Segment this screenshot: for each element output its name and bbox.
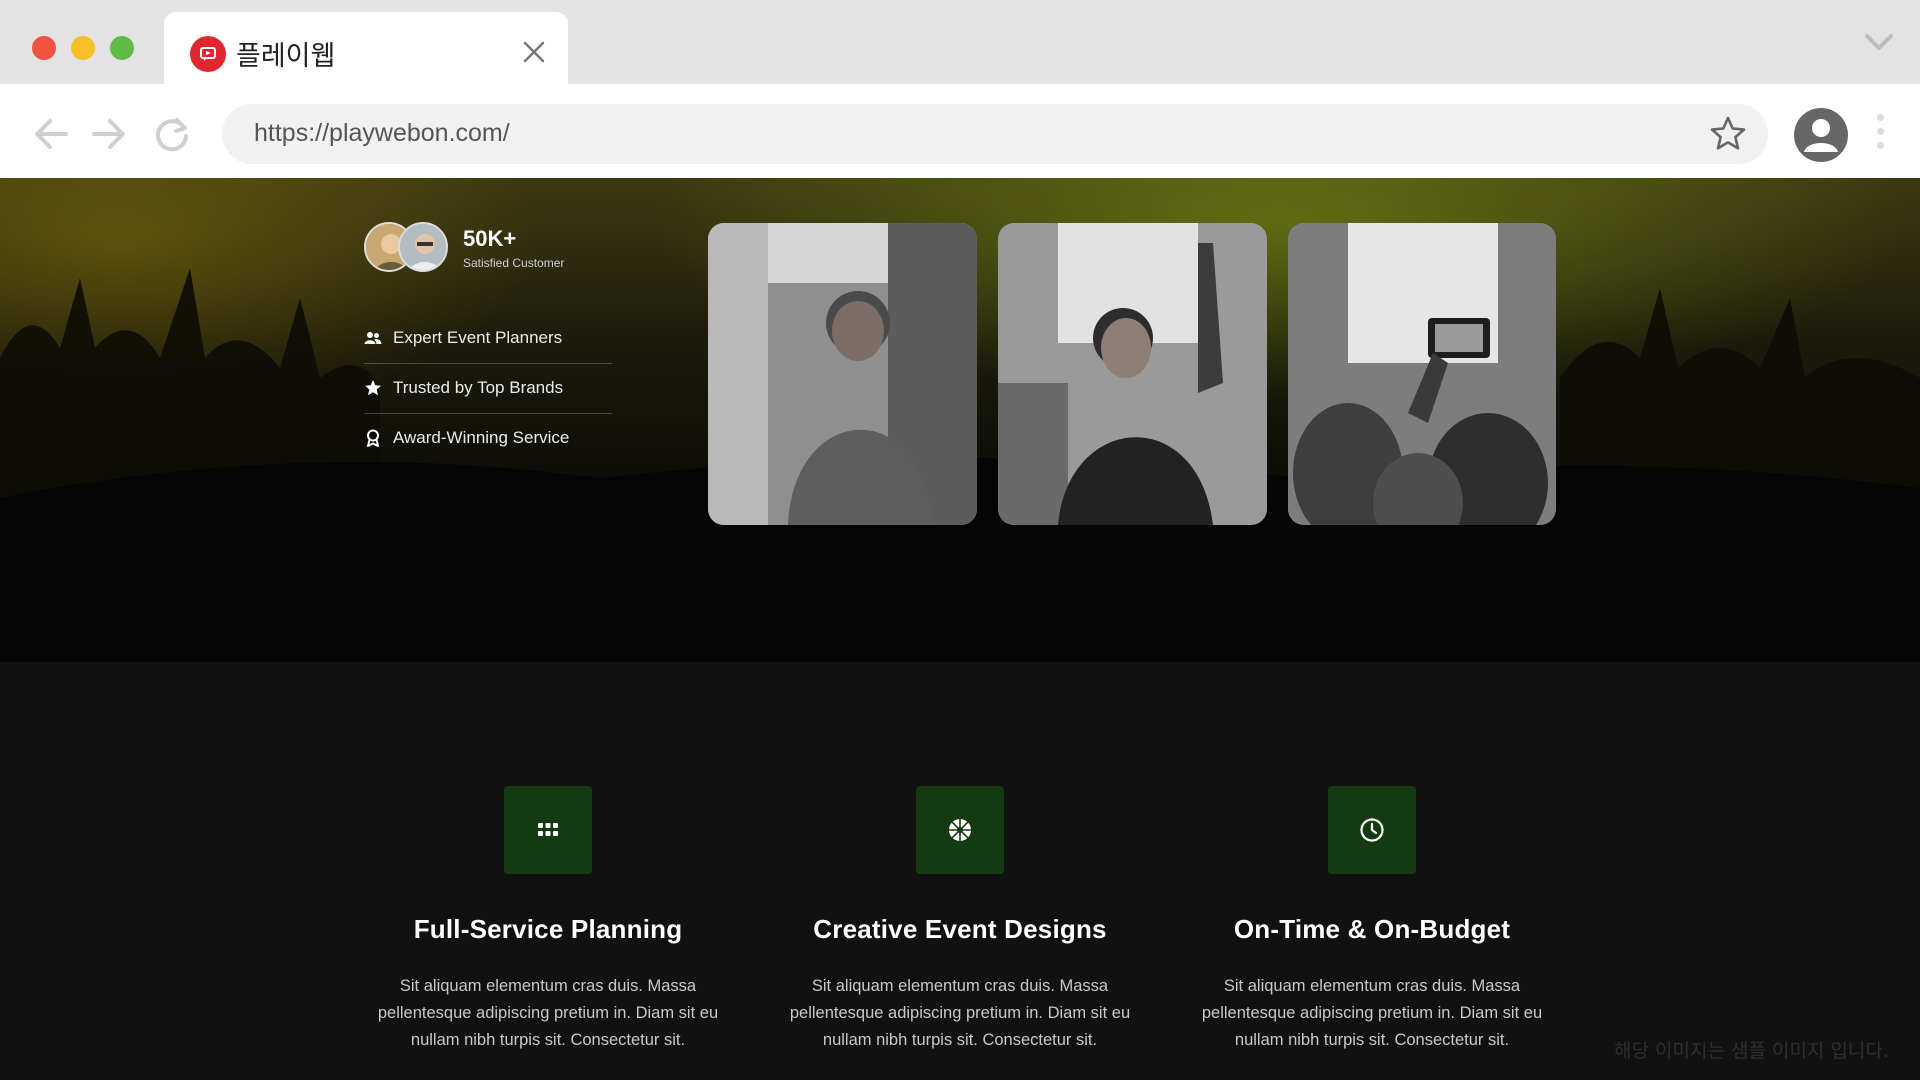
forward-arrow-icon[interactable]	[86, 112, 130, 156]
service-card: Full-Service Planning Sit aliquam elemen…	[358, 786, 738, 1054]
feature-item: Expert Event Planners	[364, 314, 612, 364]
customer-count: 50K+	[463, 226, 517, 251]
window-maximize-button[interactable]	[110, 36, 134, 60]
aperture-icon	[916, 786, 1004, 874]
event-photo	[708, 223, 977, 525]
more-vertical-icon[interactable]	[1874, 114, 1886, 154]
service-card: On-Time & On-Budget Sit aliquam elementu…	[1182, 786, 1562, 1054]
favicon-icon	[190, 36, 226, 72]
users-icon	[364, 329, 382, 347]
event-photo	[1288, 223, 1556, 525]
customer-count-label: Satisfied Customer	[463, 256, 565, 270]
service-title: On-Time & On-Budget	[1233, 914, 1511, 944]
sample-image-notice: 해당 이미지는 샘플 이미지 입니다.	[1614, 1040, 1889, 1062]
back-arrow-icon[interactable]	[30, 112, 74, 156]
feature-list: Expert Event Planners Trusted by Top Bra…	[364, 314, 612, 464]
service-description: Sit aliquam elementum cras duis. Massa p…	[789, 977, 1131, 1049]
close-icon[interactable]	[516, 34, 552, 70]
service-title: Creative Event Designs	[813, 914, 1107, 944]
tab-title: 플레이웹	[236, 41, 336, 72]
grid-icon	[504, 786, 592, 874]
window-close-button[interactable]	[32, 36, 56, 60]
chevron-down-icon[interactable]	[1862, 30, 1896, 54]
user-icon[interactable]	[1794, 108, 1848, 162]
feature-item: Trusted by Top Brands	[364, 364, 612, 414]
star-icon	[364, 379, 382, 397]
clock-icon	[1328, 786, 1416, 874]
feature-label: Award-Winning Service	[393, 428, 570, 447]
window-minimize-button[interactable]	[71, 36, 95, 60]
service-card: Creative Event Designs Sit aliquam eleme…	[770, 786, 1150, 1054]
service-description: Sit aliquam elementum cras duis. Massa p…	[1201, 977, 1543, 1049]
feature-item: Award-Winning Service	[364, 414, 612, 464]
avatar	[398, 222, 448, 272]
service-title: Full-Service Planning	[413, 914, 683, 944]
address-bar[interactable]: https://playwebon.com/	[222, 104, 1768, 164]
feature-label: Trusted by Top Brands	[393, 378, 564, 397]
star-icon[interactable]	[1708, 114, 1748, 154]
reload-icon[interactable]	[150, 112, 194, 156]
feature-label: Expert Event Planners	[393, 328, 563, 347]
service-description: Sit aliquam elementum cras duis. Massa p…	[377, 977, 719, 1049]
url-text[interactable]: https://playwebon.com/	[254, 119, 510, 148]
browser-toolbar: https://playwebon.com/	[0, 84, 1920, 178]
customer-avatars	[364, 222, 454, 276]
browser-tab[interactable]: 플레이웹	[164, 12, 568, 86]
services-section: Full-Service Planning Sit aliquam elemen…	[0, 662, 1920, 1080]
award-icon	[364, 429, 382, 447]
hero-section: 50K+ Satisfied Customer Expert Event Pla…	[0, 178, 1920, 662]
event-photo	[998, 223, 1267, 525]
browser-titlebar: 플레이웹	[0, 0, 1920, 86]
